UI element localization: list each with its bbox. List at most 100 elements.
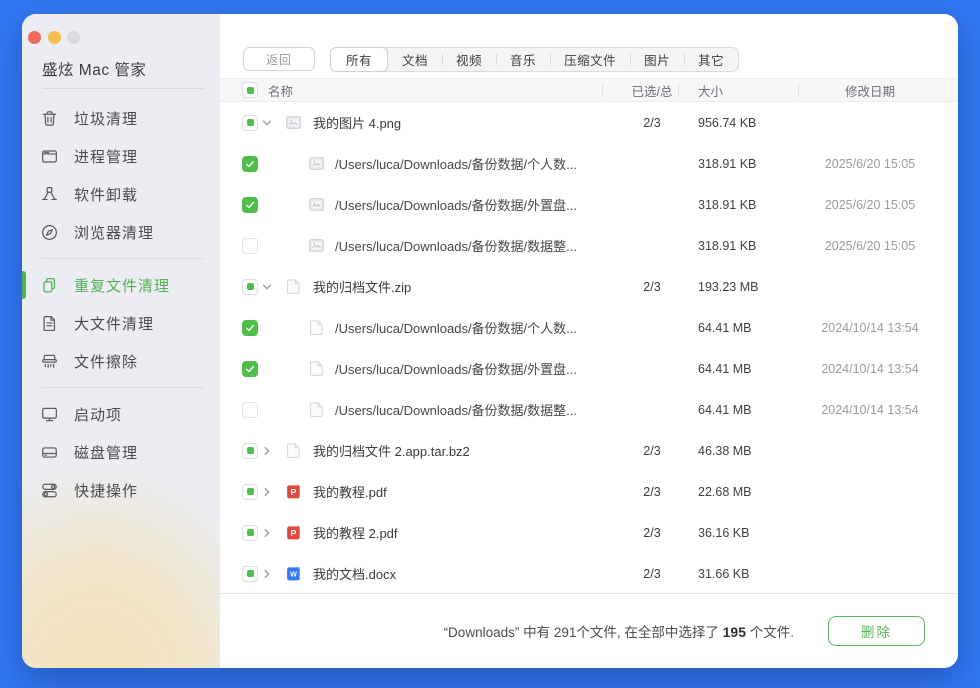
- sidebar-item[interactable]: 文件擦除: [22, 342, 220, 380]
- row-checkbox[interactable]: [242, 566, 258, 582]
- header-name-label: 名称: [268, 81, 293, 100]
- file-size: 318.91 KB: [678, 157, 798, 171]
- file-group-row[interactable]: 我的归档文件 2.app.tar.bz22/346.38 MB: [220, 430, 958, 471]
- svg-text:P: P: [291, 528, 297, 538]
- duplicate-file-row[interactable]: /Users/luca/Downloads/备份数据/数据整...318.91 …: [220, 225, 958, 266]
- document-icon: [40, 314, 59, 333]
- chevron-right-icon[interactable]: [261, 527, 273, 539]
- sidebar-item[interactable]: 大文件清理: [22, 304, 220, 342]
- filter-tab[interactable]: 文档: [388, 48, 442, 71]
- modified-date: 2024/10/14 13:54: [798, 362, 958, 376]
- compass-icon: [40, 223, 59, 242]
- app-title: 盛炫 Mac 管家: [22, 14, 220, 80]
- trash-icon: [40, 109, 59, 128]
- minimize-window-icon[interactable]: [48, 31, 61, 44]
- summary-prefix: “Downloads” 中有 291个文件, 在全部中选择了: [444, 625, 723, 640]
- row-checkbox[interactable]: [242, 320, 258, 336]
- image-file-icon: [308, 196, 325, 213]
- sidebar-item[interactable]: 垃圾清理: [22, 99, 220, 137]
- name-cell: /Users/luca/Downloads/备份数据/外置盘...: [220, 359, 602, 378]
- sidebar-item[interactable]: 浏览器清理: [22, 213, 220, 251]
- row-checkbox[interactable]: [242, 443, 258, 459]
- duplicate-file-row[interactable]: /Users/luca/Downloads/备份数据/个人数... 318.91 …: [220, 143, 958, 184]
- select-all-checkbox[interactable]: [242, 82, 258, 98]
- name-cell: /Users/luca/Downloads/备份数据/外置盘...: [220, 195, 602, 214]
- sidebar-item-label: 浏览器清理: [74, 222, 154, 243]
- chevron-right-icon[interactable]: [261, 486, 273, 498]
- sidebar-divider: [42, 258, 204, 259]
- modified-date: 2025/6/20 15:05: [798, 157, 958, 171]
- zoom-window-icon[interactable]: [67, 31, 80, 44]
- row-checkbox[interactable]: [242, 361, 258, 377]
- file-group-row[interactable]: P我的教程 2.pdf2/336.16 KB: [220, 512, 958, 553]
- filter-tab[interactable]: 音乐: [496, 48, 550, 71]
- chevron-right-icon[interactable]: [261, 568, 273, 580]
- chevron-down-icon[interactable]: [261, 117, 273, 129]
- duplicate-file-row[interactable]: /Users/luca/Downloads/备份数据/外置盘... 64.41 M…: [220, 348, 958, 389]
- file-path: /Users/luca/Downloads/备份数据/外置盘...: [335, 195, 577, 214]
- close-window-icon[interactable]: [28, 31, 41, 44]
- delete-button[interactable]: 删除: [828, 616, 925, 646]
- sidebar-item[interactable]: 启动项: [22, 395, 220, 433]
- name-cell: W我的文档.docx: [220, 564, 602, 583]
- file-group-row[interactable]: 我的图片 4.png2/3956.74 KB: [220, 102, 958, 143]
- filter-tab[interactable]: 压缩文件: [550, 48, 630, 71]
- sidebar-item-label: 启动项: [74, 404, 122, 425]
- file-size: 36.16 KB: [678, 526, 798, 540]
- row-checkbox[interactable]: [242, 156, 258, 172]
- archive-file-icon: [308, 319, 325, 336]
- back-button[interactable]: 返回: [243, 47, 315, 71]
- row-checkbox[interactable]: [242, 197, 258, 213]
- name-cell: /Users/luca/Downloads/备份数据/个人数...: [220, 154, 602, 173]
- file-group-row[interactable]: W我的文档.docx2/331.66 KB: [220, 553, 958, 593]
- selection-summary: “Downloads” 中有 291个文件, 在全部中选择了 195 个文件.: [444, 621, 794, 641]
- row-checkbox[interactable]: [242, 279, 258, 295]
- archive-file-icon: [285, 278, 302, 295]
- sidebar-nav: 垃圾清理进程管理软件卸载浏览器清理重复文件清理大文件清理文件擦除启动项磁盘管理快…: [22, 99, 220, 509]
- filter-tab[interactable]: 图片: [630, 48, 684, 71]
- file-name: 我的归档文件.zip: [313, 277, 411, 296]
- file-group-row[interactable]: 我的归档文件.zip2/3193.23 MB: [220, 266, 958, 307]
- row-checkbox[interactable]: [242, 238, 258, 254]
- selected-total-value: 2/3: [602, 280, 678, 294]
- sidebar-item-label: 重复文件清理: [74, 275, 170, 296]
- sidebar-item[interactable]: 磁盘管理: [22, 433, 220, 471]
- archive-file-icon: [308, 401, 325, 418]
- file-list: 我的图片 4.png2/3956.74 KB/Users/luca/Downlo…: [220, 102, 958, 593]
- selected-count: 195: [723, 624, 746, 640]
- sidebar-item-label: 进程管理: [74, 146, 138, 167]
- duplicate-file-row[interactable]: /Users/luca/Downloads/备份数据/外置盘...318.91 …: [220, 184, 958, 225]
- file-size: 64.41 MB: [678, 403, 798, 417]
- row-checkbox[interactable]: [242, 115, 258, 131]
- header-selected-total-label: 已选/总: [602, 81, 678, 100]
- row-checkbox[interactable]: [242, 525, 258, 541]
- archive-file-icon: [308, 360, 325, 377]
- selected-total-value: 2/3: [602, 526, 678, 540]
- duplicate-files-icon: [40, 276, 59, 295]
- disk-icon: [40, 443, 59, 462]
- sidebar-item[interactable]: 快捷操作: [22, 471, 220, 509]
- file-group-row[interactable]: P我的教程.pdf2/322.68 MB: [220, 471, 958, 512]
- svg-text:P: P: [291, 487, 297, 497]
- sidebar-item[interactable]: 重复文件清理: [22, 266, 220, 304]
- chevron-down-icon[interactable]: [261, 281, 273, 293]
- uninstall-icon: [40, 185, 59, 204]
- file-size: 31.66 KB: [678, 567, 798, 581]
- chevron-right-icon[interactable]: [261, 445, 273, 457]
- sidebar-item[interactable]: 进程管理: [22, 137, 220, 175]
- file-size: 64.41 MB: [678, 321, 798, 335]
- name-cell: P我的教程 2.pdf: [220, 523, 602, 542]
- file-size: 64.41 MB: [678, 362, 798, 376]
- filter-tab[interactable]: 其它: [684, 48, 738, 71]
- word-file-icon: W: [285, 565, 302, 582]
- row-checkbox[interactable]: [242, 402, 258, 418]
- sidebar-item[interactable]: 软件卸载: [22, 175, 220, 213]
- duplicate-file-row[interactable]: /Users/luca/Downloads/备份数据/数据整...64.41 M…: [220, 389, 958, 430]
- sidebar-divider: [42, 387, 204, 388]
- row-checkbox[interactable]: [242, 484, 258, 500]
- toggles-icon: [40, 481, 59, 500]
- footer-bar: “Downloads” 中有 291个文件, 在全部中选择了 195 个文件. …: [220, 593, 958, 668]
- filter-tab[interactable]: 视频: [442, 48, 496, 71]
- filter-tab[interactable]: 所有: [330, 47, 388, 72]
- duplicate-file-row[interactable]: /Users/luca/Downloads/备份数据/个人数...64.41 M…: [220, 307, 958, 348]
